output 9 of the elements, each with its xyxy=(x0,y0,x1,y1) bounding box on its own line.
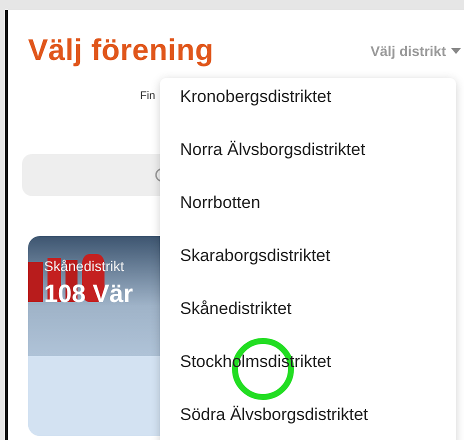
menu-item[interactable]: Norra Älvsborgsdistriktet xyxy=(160,131,366,184)
menu-item[interactable]: Kronobergsdistriktet xyxy=(160,78,332,131)
menu-item[interactable]: Södra Älvsborgsdistriktet xyxy=(160,396,368,440)
caret-icon xyxy=(451,48,461,54)
menu-item[interactable]: Skaraborgsdistriktet xyxy=(160,237,330,290)
menu-item[interactable]: Skånedistriktet xyxy=(160,290,292,343)
page-title: Välj förening xyxy=(28,34,214,68)
menu-item[interactable]: Norrbotten xyxy=(160,184,260,237)
intro-text: Fin xyxy=(140,90,156,102)
